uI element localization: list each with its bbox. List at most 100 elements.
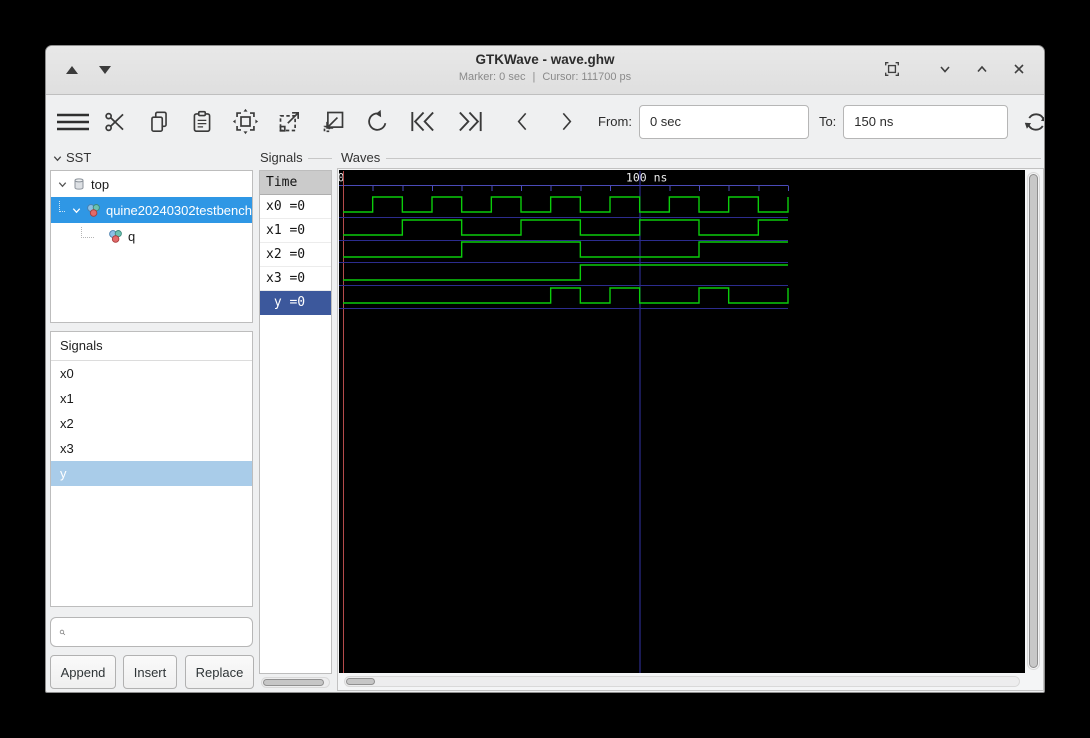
shift-traces-up-button[interactable] [60,60,84,80]
value-row-x2[interactable]: x2 =0 [260,243,331,267]
module-icon [72,177,86,191]
sst-tree: top quine20240302testbench q [50,170,253,323]
undo-icon [368,109,387,131]
waves-hscrollbar[interactable] [344,676,1020,687]
subtitle-separator: | [532,71,536,83]
waveform-canvas[interactable]: 0100 ns [338,170,1025,673]
from-field[interactable] [638,104,809,139]
list-item-x2[interactable]: x2 [51,411,252,436]
titlebox: GTKWave - wave.ghw Marker: 0 sec | Cursor:… [246,50,844,84]
marker-readout: Marker: 0 sec [458,71,526,83]
cursor-readout: Cursor: 111700 ps [542,71,632,83]
list-item-y[interactable]: y [51,461,252,486]
maximize-button[interactable] [969,56,995,82]
triangle-down-icon [99,66,111,74]
list-item-x1[interactable]: x1 [51,386,252,411]
next-edge-button[interactable] [553,105,579,139]
tree-item-q[interactable]: q [51,223,252,249]
insert-button[interactable]: Insert [123,655,177,689]
tree-guide-line [59,200,65,212]
menu-button[interactable] [55,105,91,139]
zoom-fit-button[interactable] [232,105,259,139]
go-to-start-button[interactable] [408,105,438,139]
zoom-out-icon [323,111,344,133]
waves-frame-label: Waves [341,150,381,165]
window-controls [879,56,1032,82]
copy-icon [151,110,167,132]
list-item-x3[interactable]: x3 [51,436,252,461]
gtkwave-window: GTKWave - wave.ghw Marker: 0 sec | Cursor:… [45,45,1045,693]
frame-border-line [386,158,1041,159]
value-row-x1[interactable]: x1 =0 [260,219,331,243]
waves-hscrollbar-thumb[interactable] [346,678,375,685]
headerbar: GTKWave - wave.ghw Marker: 0 sec | Cursor:… [46,46,1044,95]
svg-text:100 ns: 100 ns [626,171,668,185]
component-icon [108,229,123,244]
frame-border-line [308,158,332,159]
zoom-fit-icon [232,108,259,135]
tree-guide-line [81,226,94,238]
window-subtitle: Marker: 0 sec | Cursor: 111700 ps [246,70,844,84]
sst-frame-label[interactable]: SST [52,150,91,166]
fullscreen-icon [885,62,899,76]
hamburger-menu-icon [57,113,89,130]
waveform-area[interactable]: 0100 ns [338,170,1025,673]
replace-button[interactable]: Replace [185,655,254,689]
values-hscrollbar[interactable] [261,677,330,688]
values-frame-label: Signals [260,150,303,165]
waves-vscrollbar-thumb[interactable] [1029,174,1038,668]
value-row-x0[interactable]: x0 =0 [260,195,331,219]
values-panel: Time x0 =0 x1 =0 x2 =0 x3 =0 y =0 [259,170,332,674]
fullscreen-button[interactable] [879,56,905,82]
paste-button[interactable] [189,105,215,139]
go-to-end-button[interactable] [455,105,485,139]
from-label: From: [598,114,632,129]
copy-button[interactable] [146,105,172,139]
close-button[interactable] [1006,56,1032,82]
skip-to-start-icon [411,111,434,132]
reload-button[interactable] [1022,105,1044,139]
tree-item-testbench[interactable]: quine20240302testbench [51,197,252,223]
signal-search[interactable] [50,617,253,647]
zoom-in-button[interactable] [276,105,303,139]
clipboard-paste-icon [193,110,211,132]
tree-item-label: top [91,176,110,192]
chevron-down-icon [57,179,68,190]
append-button[interactable]: Append [50,655,116,689]
skip-to-end-icon [459,111,482,132]
expander-chevron-icon [53,155,62,161]
search-icon [59,629,66,635]
values-hscrollbar-thumb[interactable] [263,679,324,686]
signal-list-header: Signals [51,332,252,361]
tree-item-top[interactable]: top [51,171,252,197]
chevron-down-icon [71,205,82,216]
minimize-button[interactable] [932,56,958,82]
value-row-x3[interactable]: x3 =0 [260,267,331,291]
to-field[interactable] [843,104,1009,139]
chevron-right-icon [562,112,572,131]
search-input[interactable] [72,619,252,645]
triangle-up-icon [66,66,78,74]
reload-icon [1025,112,1044,131]
time-header: Time [260,171,331,195]
window-title: GTKWave - wave.ghw [475,52,615,67]
chevron-up-icon [977,65,987,73]
undo-button[interactable] [364,105,391,139]
signal-browser: Signals x0 x1 x2 x3 y [50,331,253,607]
toolbar: From: To: [46,94,1044,149]
to-label: To: [818,114,837,129]
close-icon [1014,64,1024,74]
scissors-icon [105,112,124,131]
cut-button[interactable] [103,105,129,139]
tree-item-label: q [128,228,136,244]
value-row-y[interactable]: y =0 [260,291,331,315]
zoom-out-button[interactable] [320,105,347,139]
chevron-down-icon [940,66,950,73]
shift-traces-down-button[interactable] [93,60,117,80]
tree-item-label: quine20240302testbench [105,202,252,218]
list-item-x0[interactable]: x0 [51,361,252,386]
waves-vscrollbar[interactable] [1027,172,1040,670]
zoom-in-icon [279,111,300,132]
prev-edge-button[interactable] [510,105,536,139]
component-icon [86,203,101,218]
